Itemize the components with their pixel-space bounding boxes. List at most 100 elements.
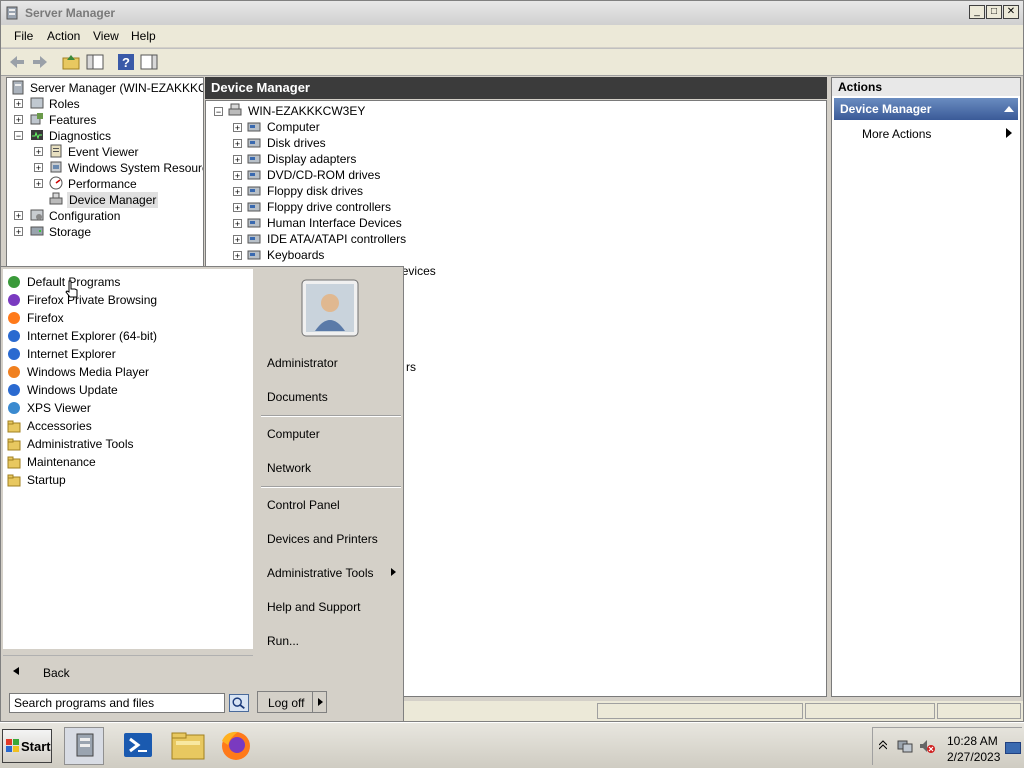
device-category[interactable]: Human Interface Devices	[267, 215, 402, 231]
start-item-help-and-support[interactable]: Help and Support	[267, 600, 360, 614]
search-input[interactable]: Search programs and files	[9, 693, 225, 713]
device-category[interactable]: Computer	[267, 119, 320, 135]
program-item[interactable]: Internet Explorer	[3, 345, 253, 363]
taskbar-server-manager[interactable]	[64, 727, 104, 765]
expand-icon[interactable]: +	[233, 219, 242, 229]
show-hidden-icons-icon[interactable]	[879, 740, 887, 750]
program-item[interactable]: Accessories	[3, 417, 253, 435]
program-item[interactable]: Windows Update	[3, 381, 253, 399]
expand-icon[interactable]: +	[14, 115, 23, 125]
start-button[interactable]: Start	[2, 729, 52, 763]
expand-icon[interactable]: +	[233, 123, 242, 133]
help-icon[interactable]: ?	[116, 52, 136, 72]
tree-item-roles[interactable]: Roles	[49, 96, 80, 112]
powershell-icon[interactable]	[118, 727, 158, 765]
program-item[interactable]: Default Programs	[3, 273, 253, 291]
program-item[interactable]: Internet Explorer (64-bit)	[3, 327, 253, 345]
expand-icon[interactable]: +	[233, 203, 242, 213]
back-arrow-icon[interactable]	[7, 52, 27, 72]
back-button[interactable]: Back	[3, 655, 253, 686]
start-item-documents[interactable]: Documents	[267, 390, 328, 404]
program-item[interactable]: XPS Viewer	[3, 399, 253, 417]
tree-item-storage[interactable]: Storage	[49, 224, 91, 240]
system-resource-icon	[50, 161, 62, 173]
firefox-icon[interactable]	[216, 727, 256, 765]
file-explorer-icon[interactable]	[168, 727, 208, 765]
clock-date[interactable]: 2/27/2023	[947, 750, 1000, 764]
tree-item-performance[interactable]: Performance	[68, 176, 137, 192]
device-category[interactable]: Floppy drive controllers	[267, 199, 391, 215]
tree-item-configuration[interactable]: Configuration	[49, 208, 120, 224]
expand-icon[interactable]: +	[34, 179, 43, 189]
expand-icon[interactable]: +	[34, 147, 43, 157]
collapse-icon[interactable]: −	[14, 131, 23, 141]
server-manager-icon	[76, 733, 94, 757]
volume-muted-icon[interactable]	[919, 738, 935, 754]
menu-file[interactable]: File	[14, 29, 33, 43]
expand-icon[interactable]: +	[14, 211, 23, 221]
program-icon	[8, 402, 20, 414]
expand-icon[interactable]: +	[233, 187, 242, 197]
collapse-up-icon[interactable]	[1004, 106, 1014, 112]
device-category[interactable]: Keyboards	[267, 247, 324, 263]
forward-arrow-icon[interactable]	[30, 52, 50, 72]
expand-icon[interactable]: +	[233, 171, 242, 181]
show-hide-tree-icon[interactable]	[85, 52, 105, 72]
program-item[interactable]: Firefox	[3, 309, 253, 327]
device-tree-root[interactable]: WIN-EZAKKKCW3EY	[248, 103, 365, 119]
device-category[interactable]: Floppy disk drives	[267, 183, 363, 199]
search-icon[interactable]	[229, 694, 249, 712]
menu-view[interactable]: View	[93, 29, 119, 43]
start-item-devices-and-printers[interactable]: Devices and Printers	[267, 532, 378, 546]
maximize-button[interactable]: □	[986, 5, 1002, 19]
start-item-run[interactable]: Run...	[267, 634, 299, 648]
start-item-computer[interactable]: Computer	[267, 427, 320, 441]
properties-icon[interactable]	[139, 52, 159, 72]
program-item[interactable]: Administrative Tools	[3, 435, 253, 453]
tree-item-event-viewer[interactable]: Event Viewer	[68, 144, 138, 160]
expand-icon[interactable]: +	[14, 227, 23, 237]
device-category[interactable]: Display adapters	[267, 151, 356, 167]
chevron-right-icon[interactable]	[318, 698, 323, 706]
program-icon	[8, 276, 20, 288]
start-item-network[interactable]: Network	[267, 461, 311, 475]
program-item[interactable]: Startup	[3, 471, 253, 489]
up-folder-icon[interactable]	[61, 52, 81, 72]
expand-icon[interactable]: +	[233, 251, 242, 261]
menu-action[interactable]: Action	[47, 29, 80, 43]
program-item[interactable]: Maintenance	[3, 453, 253, 471]
start-item-administrative-tools[interactable]: Administrative Tools	[267, 566, 374, 580]
tree-item-features[interactable]: Features	[49, 112, 96, 128]
tree-item-diagnostics[interactable]: Diagnostics	[49, 128, 111, 144]
device-category[interactable]: Disk drives	[267, 135, 326, 151]
device-category[interactable]: IDE ATA/ATAPI controllers	[267, 231, 406, 247]
device-category[interactable]: DVD/CD-ROM drives	[267, 167, 380, 183]
tree-item-device-manager[interactable]: Device Manager	[67, 192, 159, 208]
program-icon	[8, 384, 20, 396]
program-item[interactable]: Windows Media Player	[3, 363, 253, 381]
more-actions-item[interactable]: More Actions	[862, 127, 931, 141]
expand-icon[interactable]: +	[233, 155, 242, 165]
close-button[interactable]: ✕	[1003, 5, 1019, 19]
actions-section-device-manager[interactable]: Device Manager	[834, 98, 1018, 120]
log-off-button[interactable]: Log off	[257, 691, 327, 713]
computer-root-icon	[228, 103, 242, 116]
expand-icon[interactable]: +	[233, 139, 242, 149]
program-label: XPS Viewer	[27, 401, 91, 415]
start-item-control-panel[interactable]: Control Panel	[267, 498, 340, 512]
clock-time[interactable]: 10:28 AM	[947, 734, 998, 748]
title-bar[interactable]: Server Manager _ □ ✕	[1, 1, 1023, 25]
minimize-button[interactable]: _	[969, 5, 985, 19]
expand-icon[interactable]: +	[14, 99, 23, 109]
tree-item-windows-system-resource[interactable]: Windows System Resource	[68, 160, 203, 176]
program-item[interactable]: Firefox Private Browsing	[3, 291, 253, 309]
expand-icon[interactable]: +	[34, 163, 43, 173]
expand-icon[interactable]: +	[233, 235, 242, 245]
collapse-icon[interactable]: −	[214, 107, 223, 117]
tree-root[interactable]: Server Manager (WIN-EZAKKKCW3	[30, 80, 203, 96]
start-item-administrator[interactable]: Administrator	[267, 356, 338, 370]
user-avatar[interactable]	[301, 279, 359, 337]
show-desktop-button[interactable]	[1005, 742, 1021, 754]
network-icon[interactable]	[897, 738, 913, 754]
menu-help[interactable]: Help	[131, 29, 156, 43]
